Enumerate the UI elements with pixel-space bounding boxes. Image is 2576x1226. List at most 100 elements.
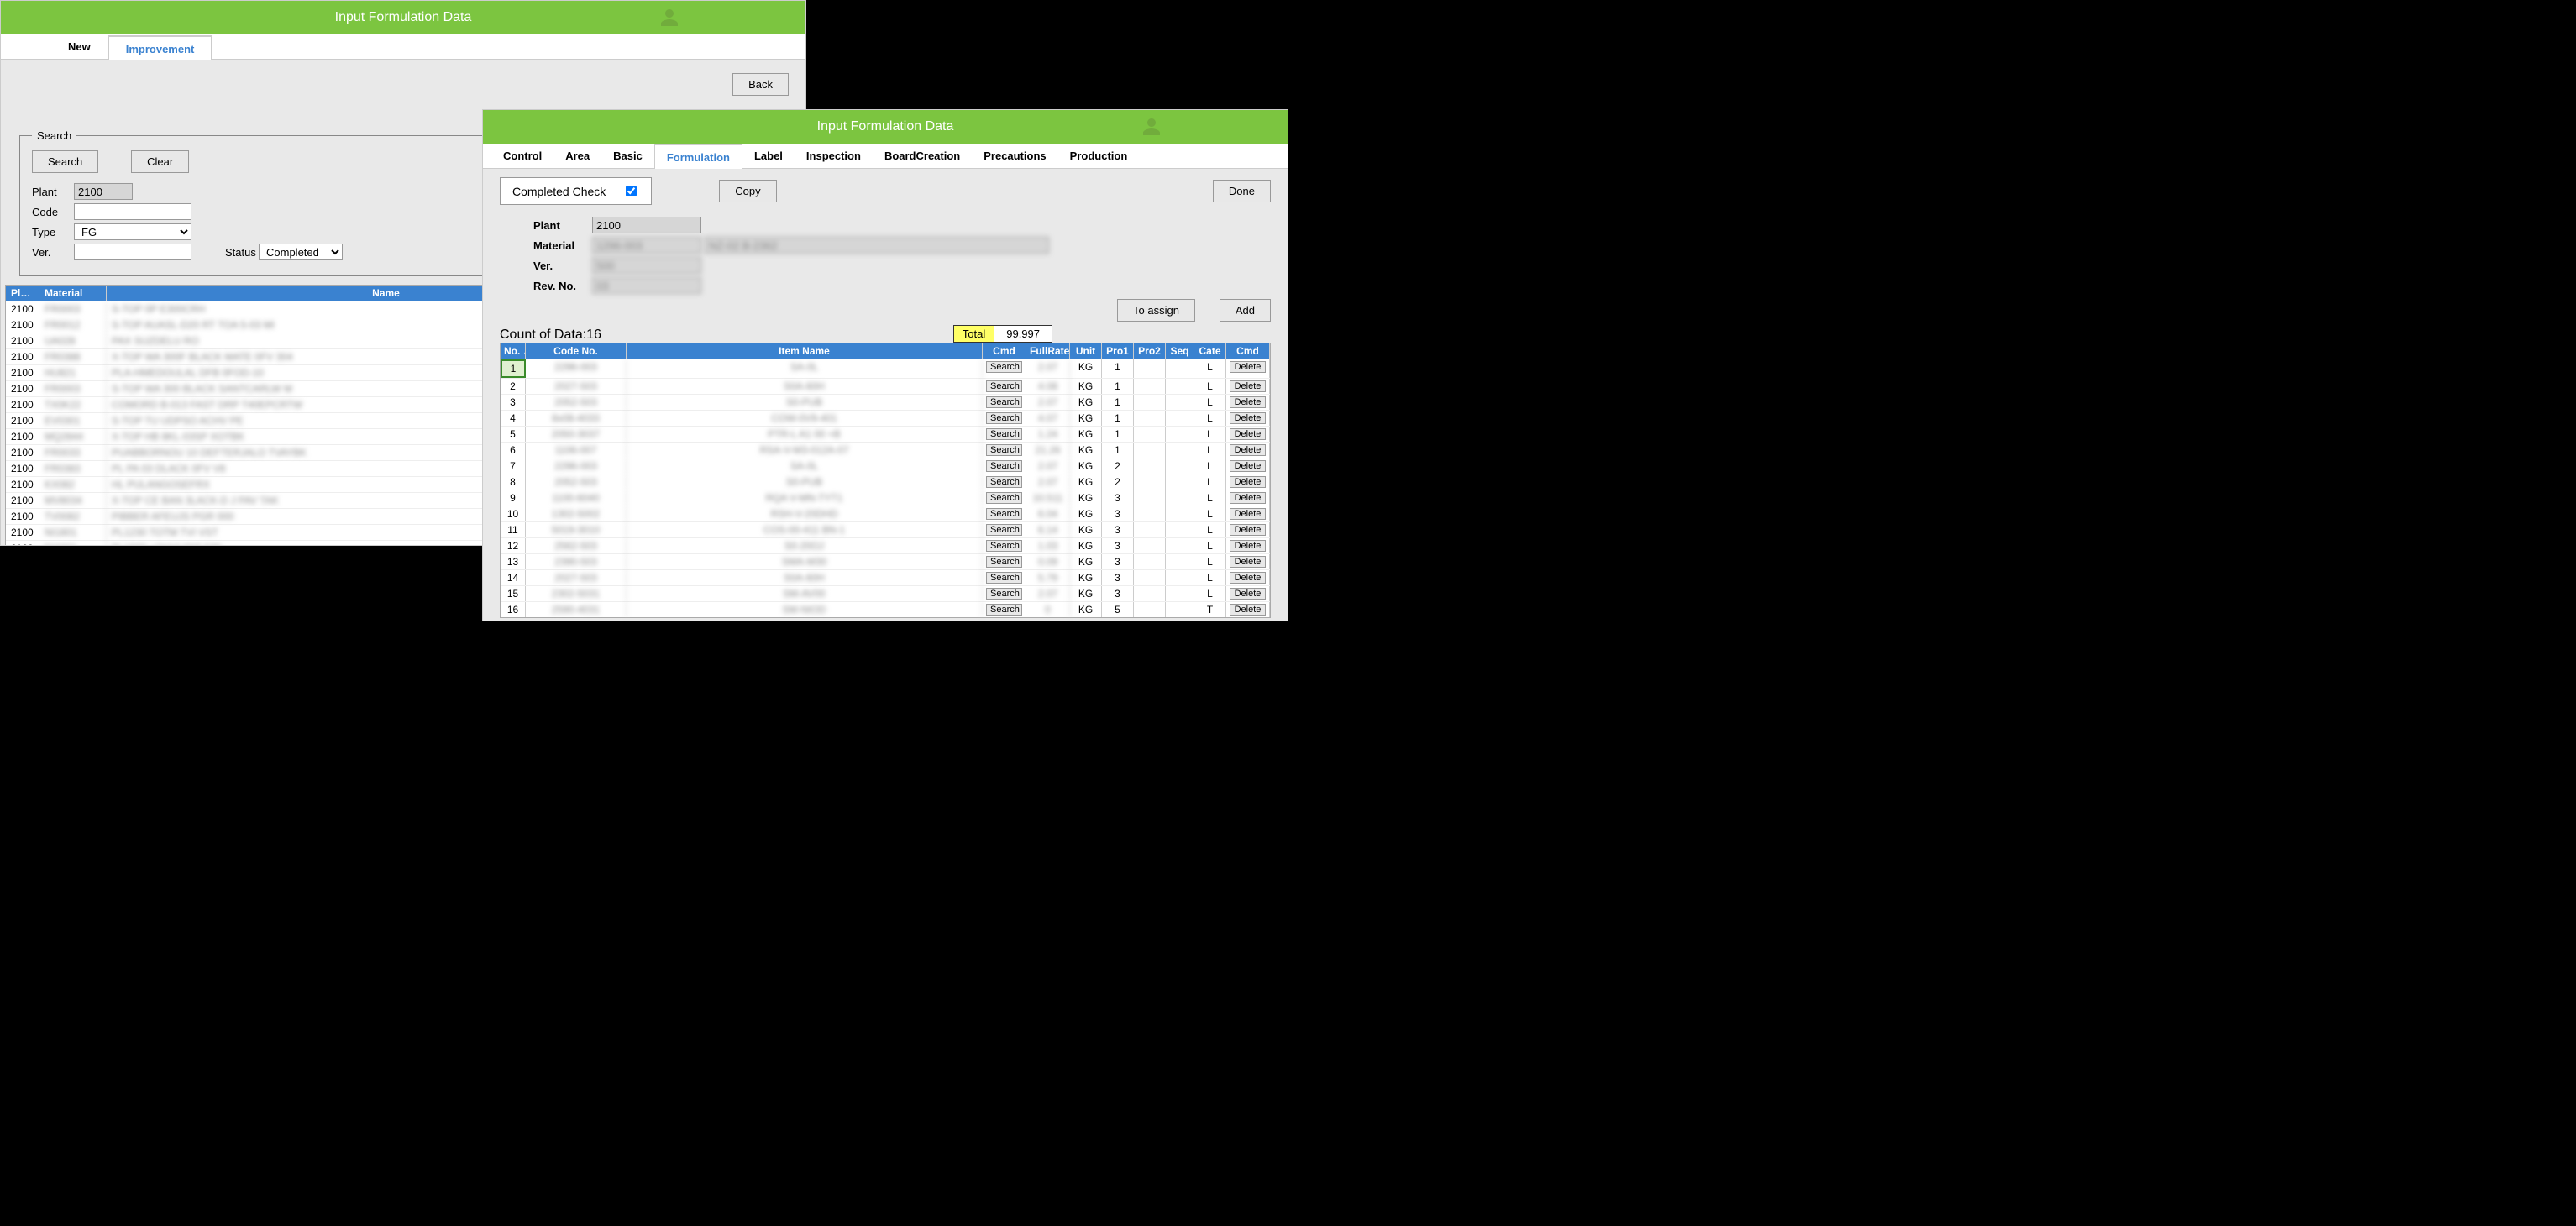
col-cmd2[interactable]: Cmd <box>1226 343 1270 359</box>
col-rate[interactable]: FullRate <box>1026 343 1070 359</box>
delete-row-button[interactable]: Delete <box>1230 460 1266 472</box>
table-row[interactable]: 115019-3010COS-00-411 BN-1Search6.14KG3L… <box>501 521 1270 537</box>
col-item[interactable]: Item Name <box>627 343 983 359</box>
cell-item: RQA V-MN-TYT1 <box>627 490 983 506</box>
tab-basic[interactable]: Basic <box>601 144 654 168</box>
table-row[interactable]: 91100-6040RQA V-MN-TYT1Search10.511KG3LD… <box>501 490 1270 506</box>
table-row[interactable]: 122562-503S0-20OJSearch1.03KG3LDelete <box>501 537 1270 553</box>
cell-rate: 1.03 <box>1026 538 1070 553</box>
delete-row-button[interactable]: Delete <box>1230 572 1266 584</box>
tab-label[interactable]: Label <box>742 144 795 168</box>
formulation-grid: No. Code No. Item Name Cmd FullRate Unit… <box>500 343 1271 618</box>
table-row[interactable]: 101302-5002RSH-V-20DHDSearch6.04KG3LDele… <box>501 506 1270 521</box>
cell-plant: 2100 <box>6 461 39 476</box>
material2-desc[interactable] <box>705 237 1049 254</box>
search-row-button[interactable]: Search <box>986 428 1022 440</box>
table-row[interactable]: 162590-4031SM-NIODSearch0KG5TDelete <box>501 601 1270 617</box>
table-row[interactable]: 12296-003SA-0LSearch2.07KG1LDelete <box>501 359 1270 378</box>
cell-cate: L <box>1194 490 1226 506</box>
cell-search: Search <box>983 506 1026 521</box>
tab-production[interactable]: Production <box>1058 144 1140 168</box>
tab-precautions[interactable]: Precautions <box>972 144 1057 168</box>
col-code[interactable]: Code No. <box>526 343 627 359</box>
ver-field[interactable] <box>74 244 191 260</box>
tab-control[interactable]: Control <box>491 144 553 168</box>
cell-pro2 <box>1134 522 1166 537</box>
search-row-button[interactable]: Search <box>986 524 1022 536</box>
search-button[interactable]: Search <box>32 150 98 173</box>
delete-row-button[interactable]: Delete <box>1230 556 1266 568</box>
tab-new[interactable]: New <box>51 34 108 59</box>
cell-pro2 <box>1134 379 1166 394</box>
search-row-button[interactable]: Search <box>986 380 1022 392</box>
cell-pro2 <box>1134 586 1166 601</box>
table-row[interactable]: 142027-503S0A-60HSearch5.79KG3LDelete <box>501 569 1270 585</box>
delete-row-button[interactable]: Delete <box>1230 380 1266 392</box>
code-field[interactable] <box>74 203 191 220</box>
search-row-button[interactable]: Search <box>986 412 1022 424</box>
col-unit[interactable]: Unit <box>1070 343 1102 359</box>
rev2-field[interactable] <box>592 277 701 294</box>
delete-row-button[interactable]: Delete <box>1230 492 1266 504</box>
table-row[interactable]: 52050-3037PTR-L A1 00 +BSearch1.24KG1LDe… <box>501 426 1270 442</box>
table-row[interactable]: 72296-003SA-0LSearch2.07KG2LDelete <box>501 458 1270 474</box>
plant2-field[interactable] <box>592 217 701 233</box>
search-row-button[interactable]: Search <box>986 572 1022 584</box>
search-row-button[interactable]: Search <box>986 540 1022 552</box>
col-seq[interactable]: Seq <box>1166 343 1194 359</box>
tab-inspection[interactable]: Inspection <box>795 144 873 168</box>
search-row-button[interactable]: Search <box>986 361 1022 373</box>
cell-material: FR0012 <box>39 317 107 333</box>
table-row[interactable]: 152302-5031SM-AV00Search2.07KG3LDelete <box>501 585 1270 601</box>
delete-row-button[interactable]: Delete <box>1230 524 1266 536</box>
search-row-button[interactable]: Search <box>986 460 1022 472</box>
delete-row-button[interactable]: Delete <box>1230 428 1266 440</box>
col-material[interactable]: Material <box>39 286 107 301</box>
search-row-button[interactable]: Search <box>986 396 1022 408</box>
tab-formulation[interactable]: Formulation <box>654 144 742 169</box>
table-row[interactable]: 61106-007RSA-V-M3-012A-07Search21.26KG1L… <box>501 442 1270 458</box>
delete-row-button[interactable]: Delete <box>1230 412 1266 424</box>
tab-improvement[interactable]: Improvement <box>108 35 212 60</box>
table-row[interactable]: 132390-503SMA-M30Search0.09KG3LDelete <box>501 553 1270 569</box>
add-button[interactable]: Add <box>1220 299 1271 322</box>
delete-row-button[interactable]: Delete <box>1230 361 1266 373</box>
tab-area[interactable]: Area <box>553 144 601 168</box>
delete-row-button[interactable]: Delete <box>1230 588 1266 600</box>
table-row[interactable]: 32052-503S0-PUBSearch2.07KG1LDelete <box>501 394 1270 410</box>
delete-row-button[interactable]: Delete <box>1230 476 1266 488</box>
clear-button[interactable]: Clear <box>131 150 189 173</box>
col-cate[interactable]: Cate <box>1194 343 1226 359</box>
table-row[interactable]: 82052-503S0-PUBSearch2.07KG2LDelete <box>501 474 1270 490</box>
search-row-button[interactable]: Search <box>986 508 1022 520</box>
done-button[interactable]: Done <box>1213 180 1271 202</box>
search-row-button[interactable]: Search <box>986 604 1022 616</box>
completed-checkbox[interactable] <box>626 186 637 196</box>
delete-row-button[interactable]: Delete <box>1230 508 1266 520</box>
delete-row-button[interactable]: Delete <box>1230 444 1266 456</box>
col-pro2[interactable]: Pro2 <box>1134 343 1166 359</box>
search-row-button[interactable]: Search <box>986 588 1022 600</box>
table-row[interactable]: 48x08-4033COW-0V9-401Search4.07KG1LDelet… <box>501 410 1270 426</box>
tab-boardcreation[interactable]: BoardCreation <box>873 144 972 168</box>
back-button[interactable]: Back <box>732 73 789 96</box>
ver2-field[interactable] <box>592 257 701 274</box>
col-pro1[interactable]: Pro1 <box>1102 343 1134 359</box>
delete-row-button[interactable]: Delete <box>1230 604 1266 616</box>
col-no[interactable]: No. <box>501 343 526 359</box>
delete-row-button[interactable]: Delete <box>1230 540 1266 552</box>
search-row-button[interactable]: Search <box>986 476 1022 488</box>
col-plant[interactable]: Plant <box>6 286 39 301</box>
plant-field[interactable] <box>74 183 133 200</box>
table-row[interactable]: 22027-503S0A-60HSearch4.08KG1LDelete <box>501 378 1270 394</box>
col-cmd[interactable]: Cmd <box>983 343 1026 359</box>
status-select[interactable]: Completed <box>259 244 343 260</box>
type-select[interactable]: FG <box>74 223 191 240</box>
copy-button[interactable]: Copy <box>719 180 776 202</box>
delete-row-button[interactable]: Delete <box>1230 396 1266 408</box>
material2-field[interactable] <box>592 237 701 254</box>
search-row-button[interactable]: Search <box>986 556 1022 568</box>
search-row-button[interactable]: Search <box>986 444 1022 456</box>
search-row-button[interactable]: Search <box>986 492 1022 504</box>
assign-button[interactable]: To assign <box>1117 299 1195 322</box>
